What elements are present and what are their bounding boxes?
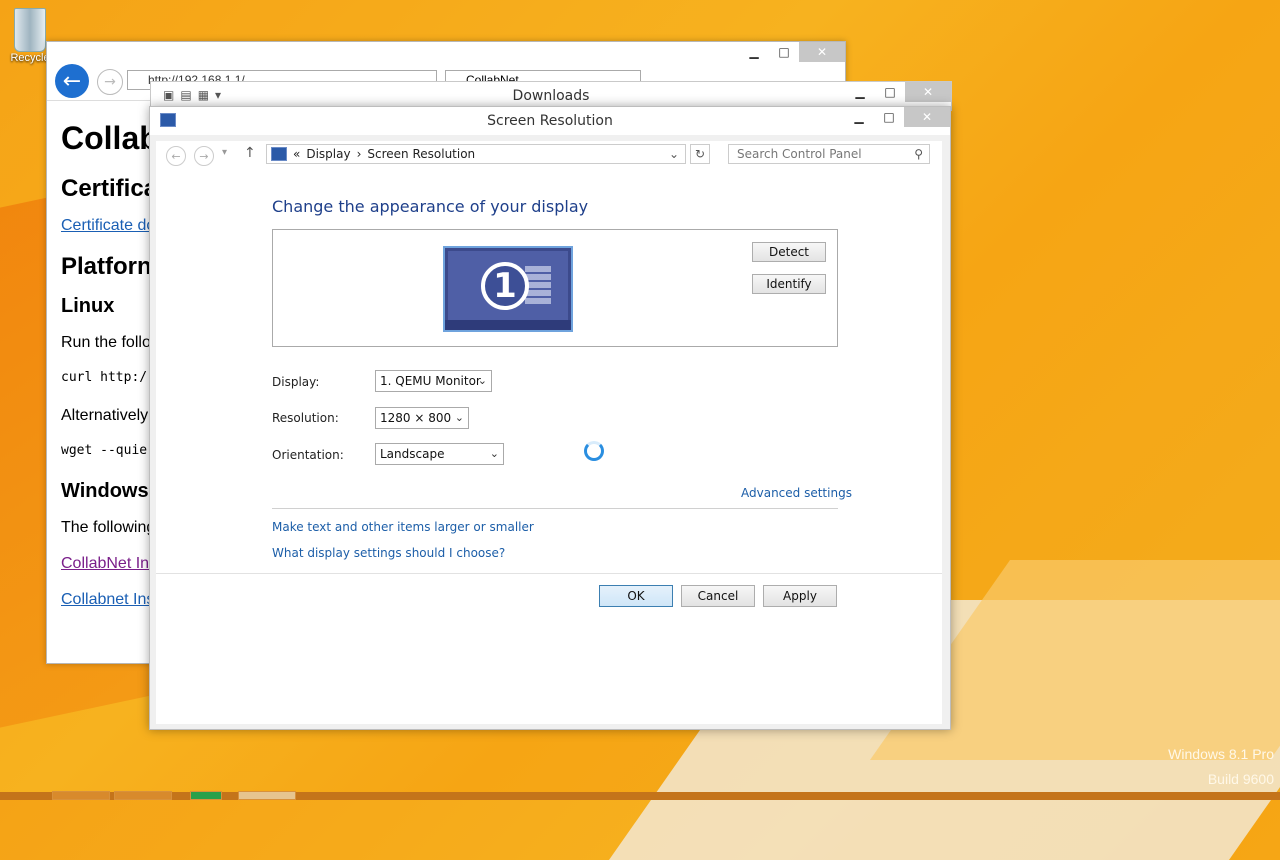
window-controls: ▁ □ ✕	[844, 107, 950, 127]
dialog-footer: OK Cancel Apply	[156, 573, 942, 724]
chevron-down-icon: ⌄	[454, 411, 464, 424]
up-button[interactable]: ↑	[244, 145, 256, 161]
recent-locations-icon[interactable]: ▾	[222, 147, 227, 158]
monitor-icon[interactable]: 1	[443, 246, 573, 332]
forward-arrow-icon: →	[199, 149, 209, 163]
search-icon: ⚲	[914, 147, 923, 161]
close-button[interactable]: ✕	[904, 107, 950, 127]
settings-panel: Change the appearance of your display 1 …	[156, 169, 942, 573]
taskbar-graphic	[445, 320, 571, 330]
chevron-down-icon[interactable]: ⌄	[669, 147, 679, 161]
search-input[interactable]: Search Control Panel ⚲	[728, 144, 930, 164]
page-title: Collab	[61, 120, 159, 156]
forward-button[interactable]: →	[97, 69, 123, 95]
following-text: The following	[61, 519, 156, 536]
divider	[272, 508, 838, 509]
back-button[interactable]: ←	[166, 146, 186, 166]
back-button[interactable]: ←	[55, 64, 89, 98]
certificate-link[interactable]: Certificate do	[61, 217, 159, 235]
monitor-number: 1	[481, 262, 529, 310]
taskbar-ie-button[interactable]	[52, 791, 110, 800]
taskbar-explorer-button[interactable]	[114, 791, 172, 800]
forward-button[interactable]: →	[194, 146, 214, 166]
display-preview: 1 Detect Identify	[272, 229, 838, 347]
page-heading: Change the appearance of your display	[272, 197, 589, 216]
busy-spinner-icon	[584, 441, 604, 461]
refresh-icon: ↻	[694, 147, 706, 161]
recycle-bin-icon	[14, 8, 46, 52]
resolution-value: 1280 × 800	[380, 411, 452, 425]
back-arrow-icon: ←	[62, 68, 82, 94]
maximize-button[interactable]: □	[875, 82, 905, 102]
ok-button[interactable]: OK	[599, 585, 673, 607]
cancel-button[interactable]: Cancel	[681, 585, 755, 607]
close-button[interactable]: ✕	[799, 42, 845, 62]
help-link[interactable]: What display settings should I choose?	[272, 546, 505, 560]
text-size-link[interactable]: Make text and other items larger or smal…	[272, 520, 534, 534]
page-content: Collab Certifica Certificate do Platforn…	[61, 112, 159, 627]
display-value: 1. QEMU Monitor	[380, 374, 481, 388]
maximize-button[interactable]: □	[874, 107, 904, 127]
window-title: Screen Resolution	[487, 113, 613, 129]
certificate-heading: Certifica	[61, 175, 158, 202]
breadcrumb-overflow[interactable]: «	[293, 147, 300, 161]
edition-watermark: Windows 8.1 Pro	[1168, 746, 1274, 762]
build-watermark: Build 9600	[1207, 771, 1274, 787]
minimize-button[interactable]: ▁	[845, 82, 875, 102]
search-placeholder: Search Control Panel	[737, 147, 862, 161]
curl-code: curl http:/	[61, 370, 148, 385]
taskbar	[0, 791, 1280, 800]
minimize-button[interactable]: ▁	[739, 42, 769, 62]
wget-code: wget --quie	[61, 443, 148, 458]
breadcrumb[interactable]: « Display › Screen Resolution ⌄	[266, 144, 686, 164]
breadcrumb-separator: ›	[356, 147, 362, 161]
taskbar-app-button[interactable]	[190, 791, 222, 800]
screen-resolution-window: Screen Resolution ▁ □ ✕ ← → ▾ ↑ « Displa…	[149, 106, 951, 730]
advanced-settings-link[interactable]: Advanced settings	[741, 486, 852, 500]
run-text: Run the follo	[61, 334, 151, 351]
orientation-select[interactable]: Landscape ⌄	[375, 443, 504, 465]
taskbar-control-panel-button[interactable]	[238, 791, 296, 800]
maximize-button[interactable]: □	[769, 42, 799, 62]
resolution-select[interactable]: 1280 × 800 ⌄	[375, 407, 469, 429]
window-controls: ▁ □ ✕	[845, 82, 951, 102]
alternatively-text: Alternatively	[61, 407, 149, 424]
minimize-button[interactable]: ▁	[844, 107, 874, 127]
title-bar: Screen Resolution ▁ □ ✕	[150, 107, 950, 135]
control-panel-icon	[271, 147, 287, 161]
platform-heading: Platforn	[61, 253, 152, 280]
apply-button[interactable]: Apply	[763, 585, 837, 607]
refresh-button[interactable]: ↻	[690, 144, 710, 164]
forward-arrow-icon: →	[104, 74, 116, 90]
chevron-down-icon: ⌄	[477, 374, 487, 387]
identify-button[interactable]: Identify	[752, 274, 826, 294]
orientation-label: Orientation:	[272, 448, 344, 462]
breadcrumb-display[interactable]: Display	[306, 147, 350, 161]
collabnet-link[interactable]: Collabnet Ins	[61, 591, 159, 609]
close-button[interactable]: ✕	[905, 82, 951, 102]
downloads-title: Downloads	[512, 88, 590, 104]
chevron-down-icon: ⌄	[489, 447, 499, 460]
collabnet-link[interactable]: CollabNet In	[61, 555, 159, 573]
display-label: Display:	[272, 375, 320, 389]
back-arrow-icon: ←	[171, 149, 181, 163]
linux-heading: Linux	[61, 295, 115, 317]
orientation-value: Landscape	[380, 447, 445, 461]
navigation-bar: ← → ▾ ↑ « Display › Screen Resolution ⌄ …	[156, 141, 942, 169]
resolution-label: Resolution:	[272, 411, 339, 425]
display-select[interactable]: 1. QEMU Monitor ⌄	[375, 370, 492, 392]
window-controls: ▁ □ ✕	[739, 42, 845, 62]
detect-button[interactable]: Detect	[752, 242, 826, 262]
windows-heading: Windows	[61, 480, 149, 502]
breadcrumb-screen-resolution[interactable]: Screen Resolution	[367, 147, 475, 161]
up-arrow-icon: ↑	[244, 145, 256, 161]
